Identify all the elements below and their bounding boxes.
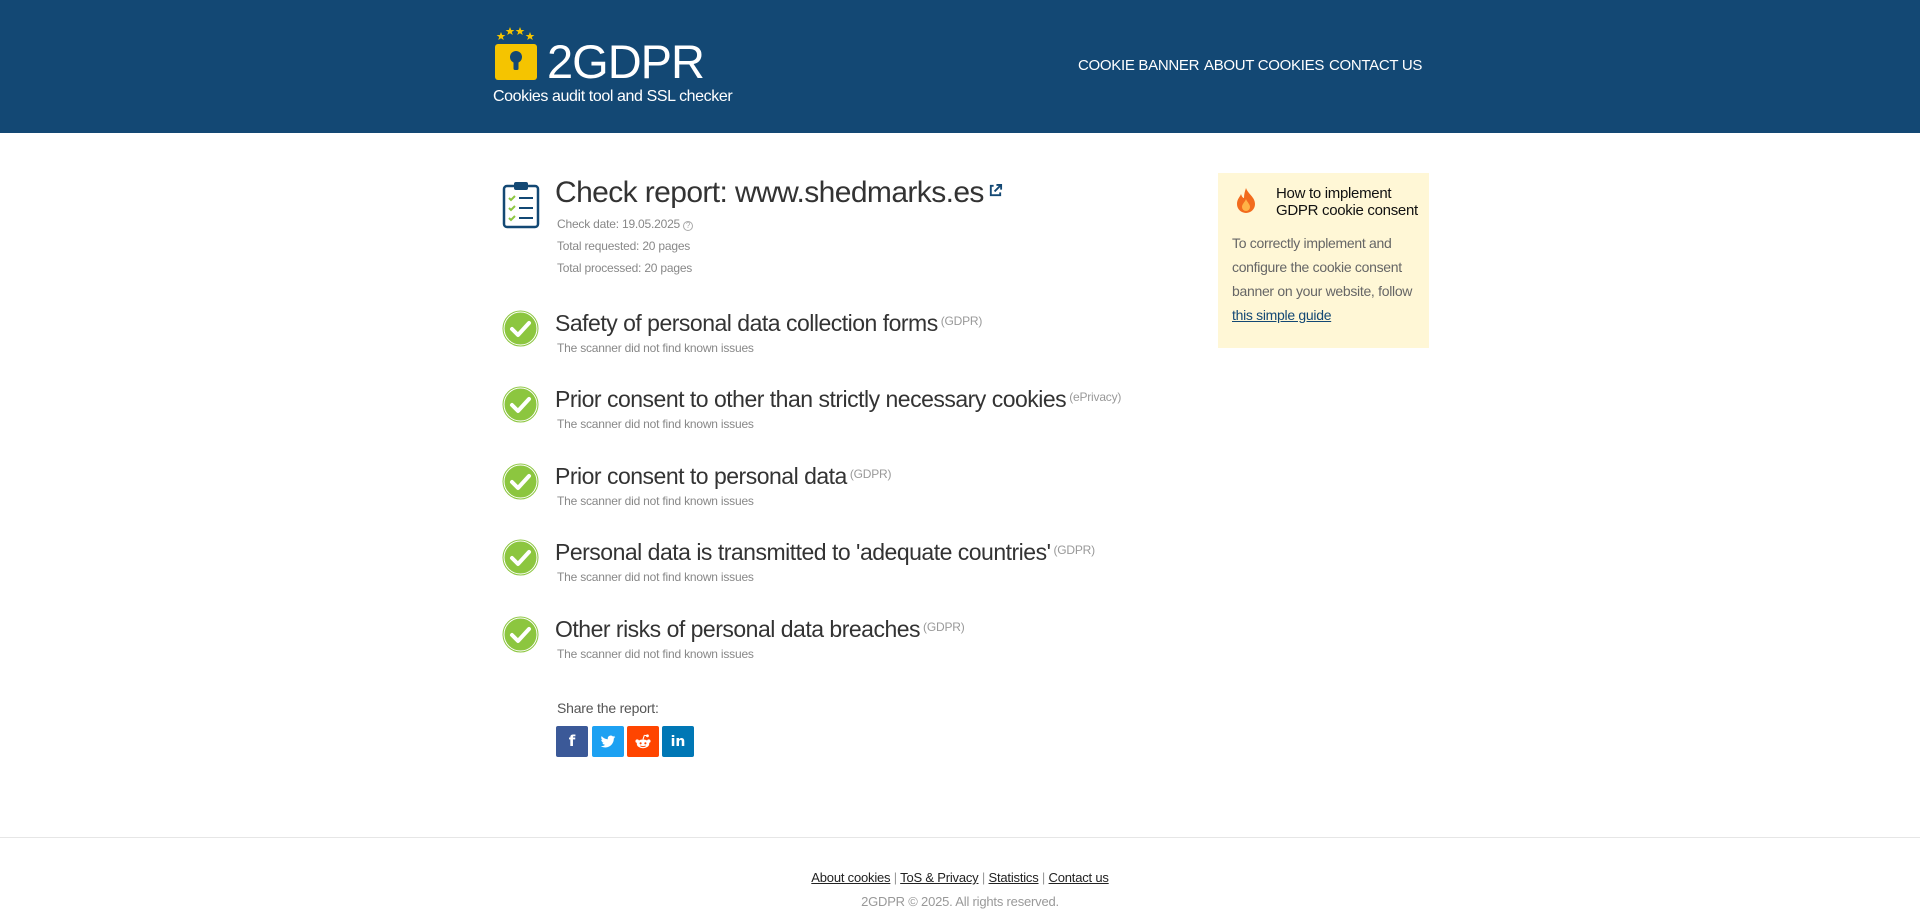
check-title: Prior consent to personal data (GDPR) [555,463,892,490]
clipboard-checklist-icon [502,182,540,229]
check-status: The scanner did not find known issues [557,341,754,355]
padlock-stars-icon [495,27,537,80]
total-processed: Total processed: 20 pages [557,261,693,275]
facebook-icon: f [568,732,576,750]
report-title-text: Check report: www.shedmarks.es [555,176,984,209]
simple-guide-link[interactable]: this simple guide [1232,307,1331,323]
site-header: 2GDPR Cookies audit tool and SSL checker… [0,0,1920,133]
logo-text: 2GDPR [547,35,705,88]
check-title: Personal data is transmitted to 'adequat… [555,539,1095,566]
check-item: Personal data is transmitted to 'adequat… [0,539,1200,599]
reddit-icon [635,734,651,749]
nav-about-cookies[interactable]: ABOUT COOKIES [1204,57,1324,74]
check-status: The scanner did not find known issues [557,417,754,431]
check-circle-icon [502,310,539,347]
check-title: Prior consent to other than strictly nec… [555,386,1121,413]
check-date: Check date: 19.05.2025? [557,217,694,231]
check-item: Safety of personal data collection forms… [0,310,1200,370]
share-facebook-button[interactable]: f [556,726,588,757]
check-item: Prior consent to other than strictly nec… [0,386,1200,446]
check-title-text: Prior consent to personal data [555,463,847,489]
check-title-text: Other risks of personal data breaches [555,616,921,642]
share-twitter-button[interactable] [592,726,624,757]
regulation-tag: (ePrivacy) [1069,390,1122,404]
footer-links: About cookies | ToS & Privacy | Statisti… [811,870,1109,885]
check-title: Safety of personal data collection forms… [555,310,982,337]
check-title: Other risks of personal data breaches (GD… [555,616,965,643]
check-item: Other risks of personal data breaches (GD… [0,616,1200,676]
regulation-tag: (GDPR) [940,314,983,328]
twitter-icon [600,735,616,748]
regulation-tag: (GDPR) [849,467,892,481]
card-body-text: To correctly implement and configure the… [1232,235,1413,299]
nav-cookie-banner[interactable]: COOKIE BANNER [1078,57,1199,74]
footer-link-contact-us[interactable]: Contact us [1049,870,1109,885]
check-circle-icon [502,386,539,423]
help-icon[interactable]: ? [683,221,694,231]
check-title-text: Personal data is transmitted to 'adequat… [555,539,1051,565]
check-circle-icon [502,616,539,653]
report-title: Check report: www.shedmarks.es [555,176,1003,210]
check-status: The scanner did not find known issues [557,647,754,661]
check-title-text: Prior consent to other than strictly nec… [555,386,1067,412]
linkedin-icon: in [670,734,686,750]
check-date-text: Check date: 19.05.2025 [557,217,681,231]
footer-link-about-cookies[interactable]: About cookies [811,870,890,885]
check-item: Prior consent to personal data (GDPR) The… [0,463,1200,523]
external-link-icon[interactable] [988,183,1003,198]
footer-divider [0,837,1920,838]
check-circle-icon [502,539,539,576]
check-status: The scanner did not find known issues [557,570,754,584]
nav-contact-us[interactable]: CONTACT US [1329,57,1422,74]
copyright: 2GDPR © 2025. All rights reserved. [861,894,1059,909]
logo[interactable]: 2GDPR Cookies audit tool and SSL checker [493,24,733,114]
regulation-tag: (GDPR) [1053,543,1095,557]
footer-link-tos-privacy[interactable]: ToS & Privacy [900,870,979,885]
card-title: How to implement GDPR cookie consent [1276,185,1418,219]
fire-icon [1237,188,1255,213]
card-body: To correctly implement and configure the… [1232,231,1422,327]
check-title-text: Safety of personal data collection forms [555,310,938,336]
share-label: Share the report: [557,700,659,716]
cookie-consent-guide-card: How to implement GDPR cookie consent To … [1218,173,1429,348]
logo-tagline: Cookies audit tool and SSL checker [493,88,733,105]
total-requested: Total requested: 20 pages [557,239,691,253]
regulation-tag: (GDPR) [923,620,965,634]
check-circle-icon [502,463,539,500]
share-linkedin-button[interactable]: in [662,726,694,757]
check-status: The scanner did not find known issues [557,494,754,508]
footer-link-statistics[interactable]: Statistics [989,870,1039,885]
share-reddit-button[interactable] [627,726,659,757]
